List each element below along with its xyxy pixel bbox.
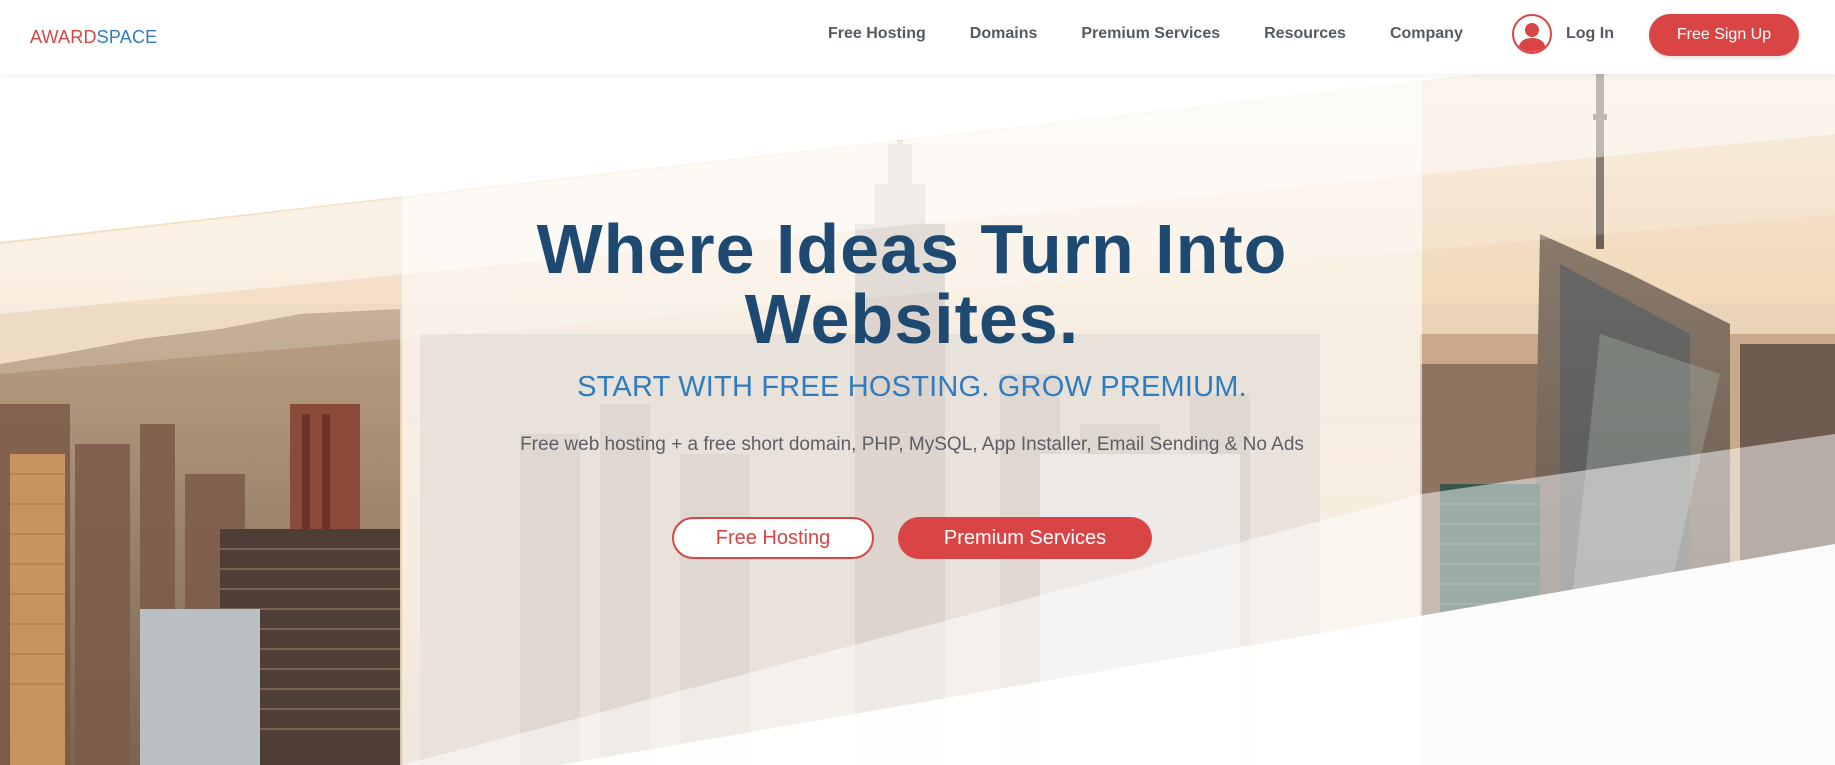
hero-title-line-2: Websites. [744, 280, 1080, 358]
city-skyline-background [0, 74, 1835, 765]
logo-space: SPACE [96, 27, 158, 47]
hero-section: Where Ideas Turn Into Websites. START WI… [0, 74, 1835, 765]
free-hosting-button[interactable]: Free Hosting [672, 517, 874, 559]
logo-award: AWARD [30, 27, 97, 47]
hero-description: Free web hosting + a free short domain, … [520, 434, 1304, 455]
premium-services-button[interactable]: Premium Services [898, 517, 1152, 559]
nav-company[interactable]: Company [1390, 25, 1463, 43]
awardspace-logo[interactable]: AWARD SPACE [30, 27, 157, 48]
login-link[interactable]: Log In [1512, 14, 1614, 54]
hero-title: Where Ideas Turn Into Websites. [402, 214, 1422, 354]
nav-resources[interactable]: Resources [1264, 25, 1346, 43]
user-avatar-icon [1512, 14, 1552, 54]
hero-subtitle: START WITH FREE HOSTING. GROW PREMIUM. [577, 371, 1247, 403]
free-signup-button[interactable]: Free Sign Up [1649, 14, 1799, 56]
nav-domains[interactable]: Domains [970, 25, 1038, 43]
login-label: Log In [1566, 25, 1614, 42]
nav-free-hosting[interactable]: Free Hosting [828, 25, 926, 43]
hero-title-line-1: Where Ideas Turn Into [536, 210, 1288, 288]
nav-premium-services[interactable]: Premium Services [1081, 25, 1220, 43]
main-nav: Free Hosting Domains Premium Services Re… [800, 0, 1507, 68]
site-header: AWARD SPACE Free Hosting Domains Premium … [0, 0, 1835, 74]
